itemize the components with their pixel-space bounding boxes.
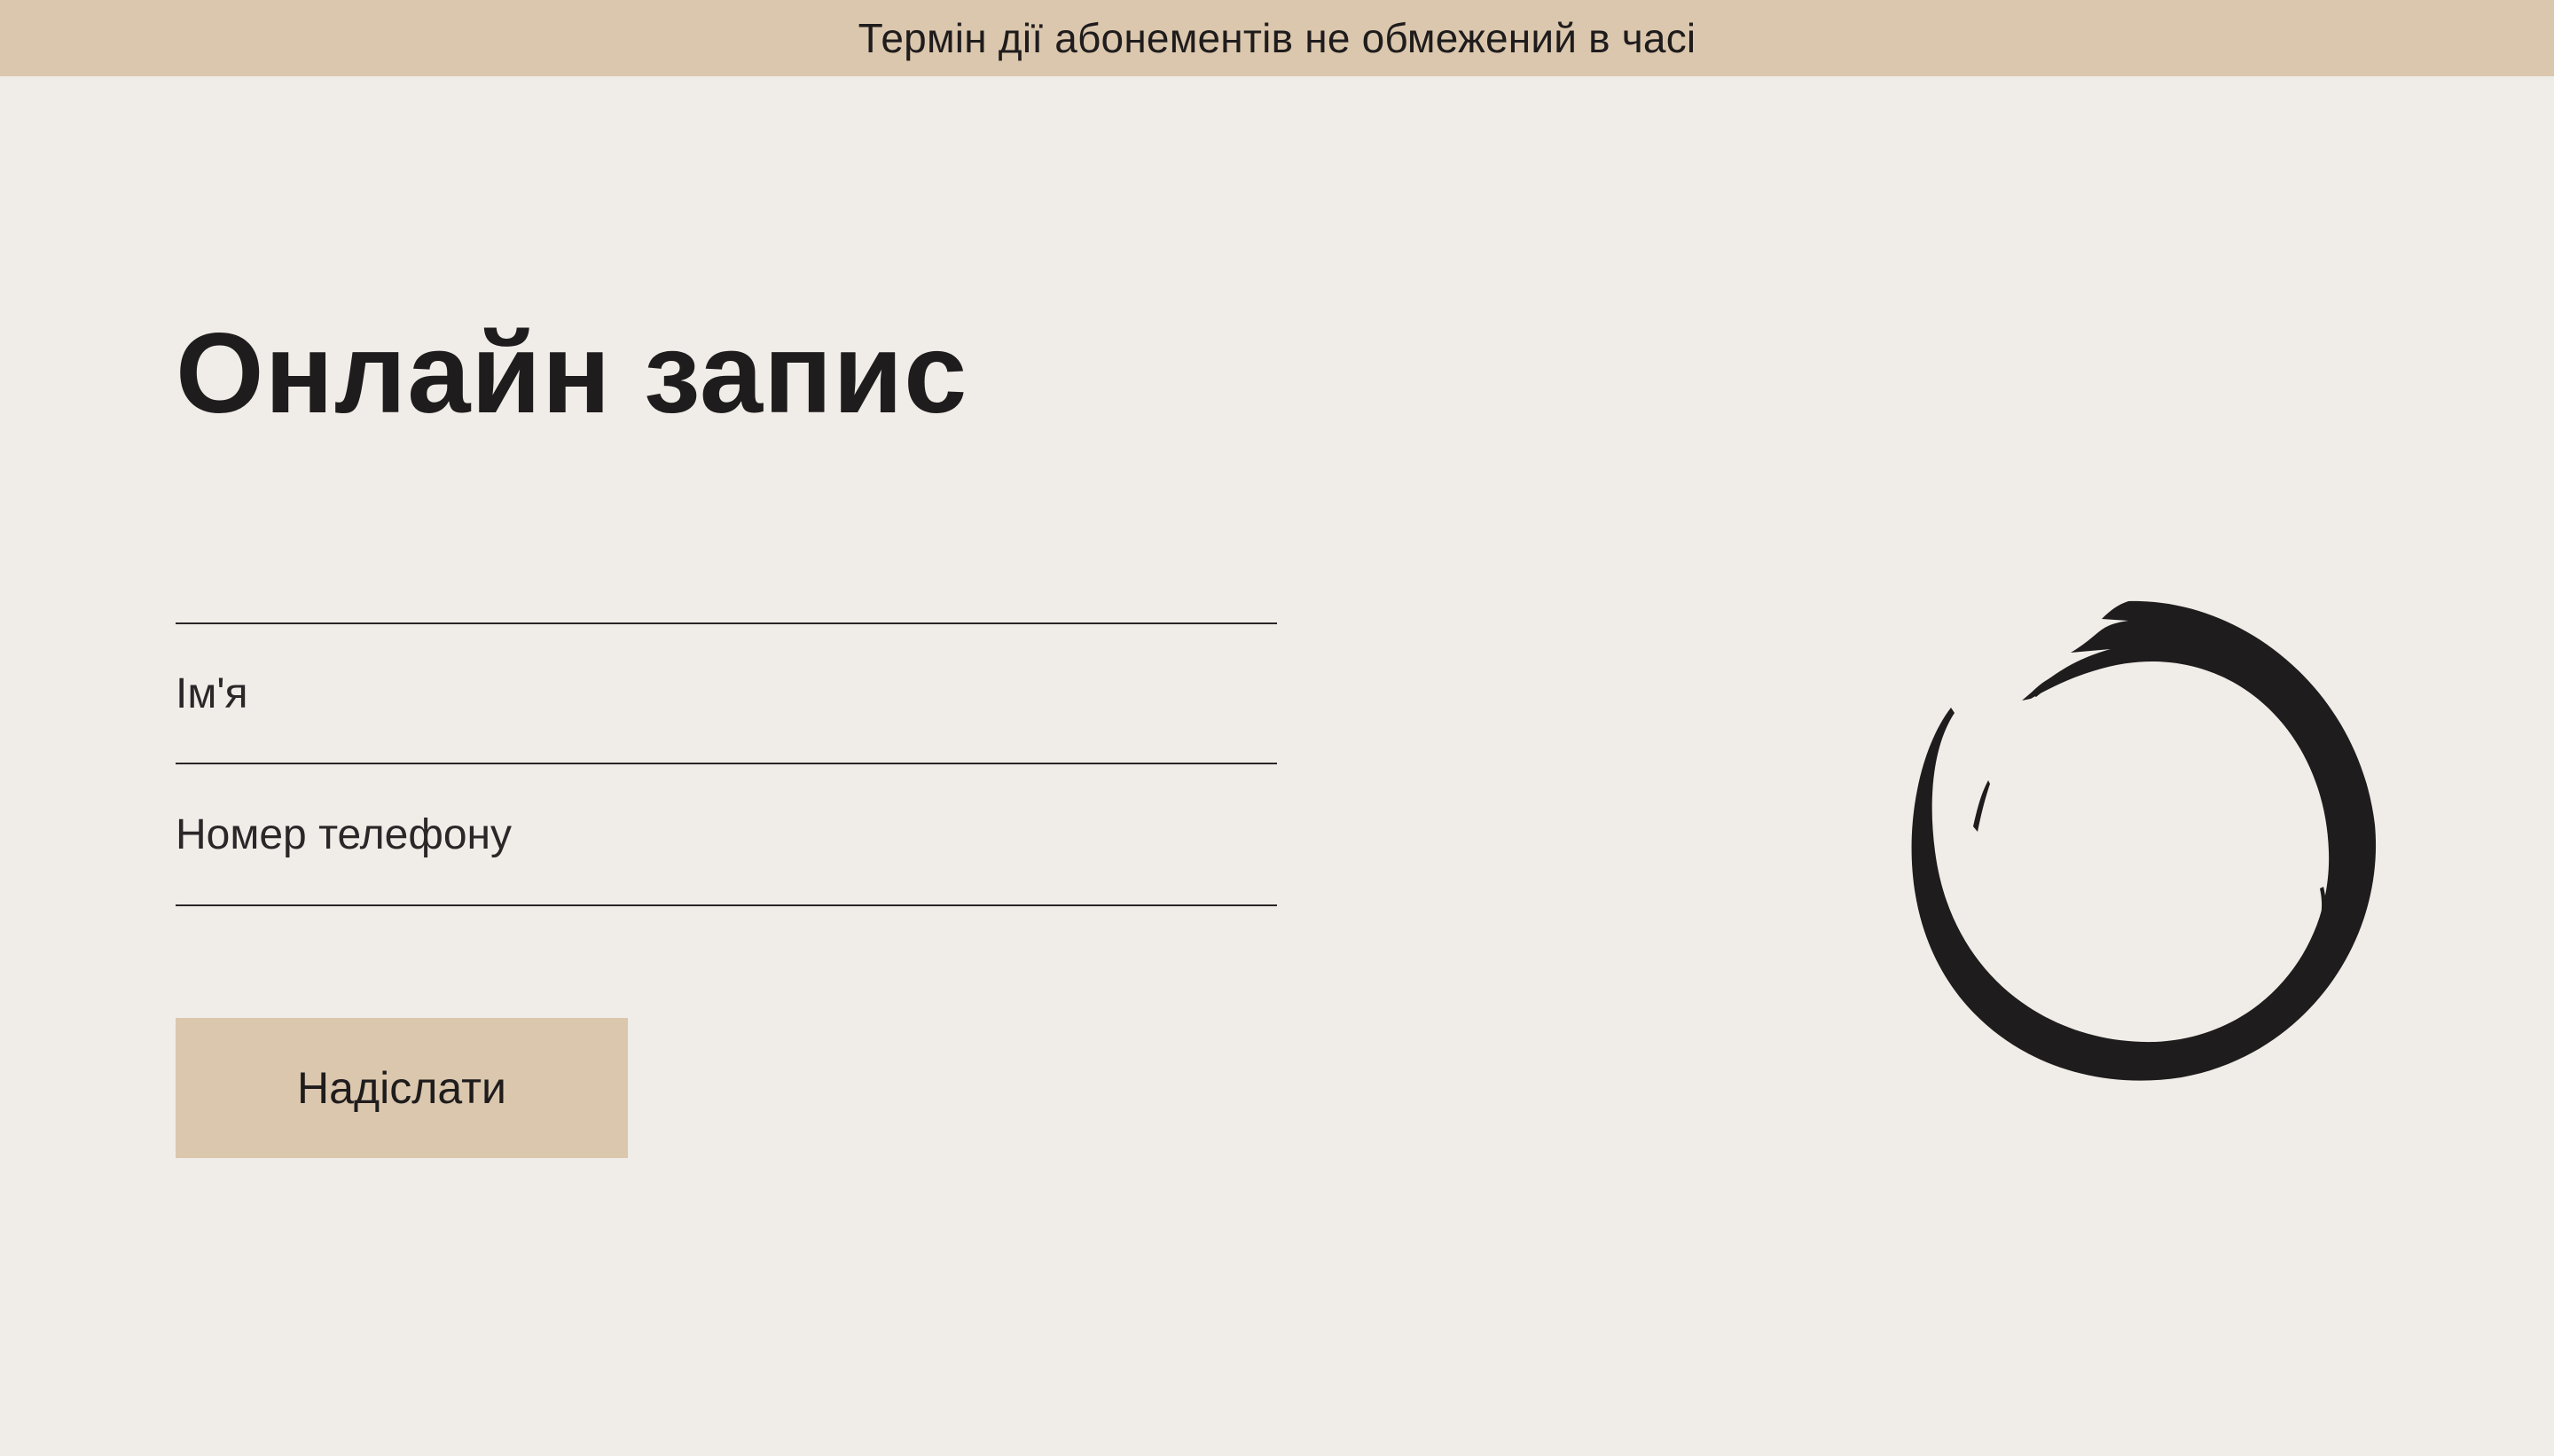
enso-circle-icon (1911, 600, 2377, 1081)
name-field[interactable] (176, 624, 1277, 763)
submit-button[interactable]: Надіслати (176, 1018, 628, 1158)
phone-field[interactable] (176, 764, 1277, 904)
page: Термін дії абонементів не обмежений в ча… (0, 0, 2554, 1456)
page-title: Онлайн запис (176, 310, 968, 437)
banner-text: Термін дії абонементів не обмежений в ча… (858, 15, 1696, 61)
phone-field-row (176, 764, 1277, 906)
top-banner: Термін дії абонементів не обмежений в ча… (0, 0, 2554, 76)
name-field-row (176, 622, 1277, 764)
booking-form (176, 622, 1277, 906)
